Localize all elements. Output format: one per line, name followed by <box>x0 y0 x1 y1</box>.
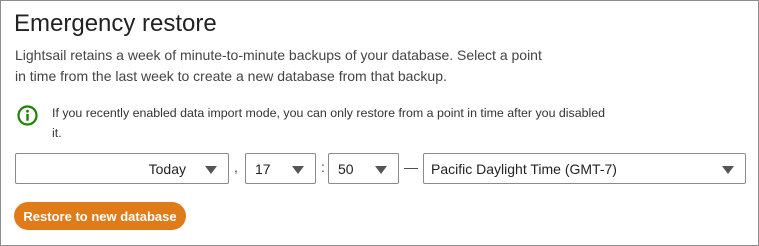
info-message: If you recently enabled data import mode… <box>52 106 606 140</box>
chevron-down-icon <box>722 166 734 174</box>
date-select-value: Today <box>148 161 186 177</box>
timezone-select-value: Pacific Daylight Time (GMT-7) <box>431 161 617 177</box>
emergency-restore-panel: Emergency restore Lightsail retains a we… <box>0 0 759 246</box>
date-select[interactable]: Today <box>15 153 229 184</box>
minute-select-value: 50 <box>338 161 354 177</box>
timezone-select[interactable]: Pacific Daylight Time (GMT-7) <box>423 153 746 184</box>
minute-select[interactable]: 50 <box>328 153 399 184</box>
chevron-down-icon <box>375 166 387 174</box>
chevron-down-icon <box>205 166 217 174</box>
hour-minute-separator: : <box>321 159 325 175</box>
restore-to-new-database-button[interactable]: Restore to new database <box>14 202 186 230</box>
date-time-separator: , <box>234 159 238 175</box>
hour-select[interactable]: 17 <box>245 153 316 184</box>
panel-description: Lightsail retains a week of minute-to-mi… <box>15 47 542 84</box>
hour-select-value: 17 <box>255 161 271 177</box>
info-circle-icon <box>17 105 38 126</box>
time-timezone-separator: — <box>404 159 418 175</box>
chevron-down-icon <box>292 166 304 174</box>
panel-title: Emergency restore <box>14 10 217 37</box>
